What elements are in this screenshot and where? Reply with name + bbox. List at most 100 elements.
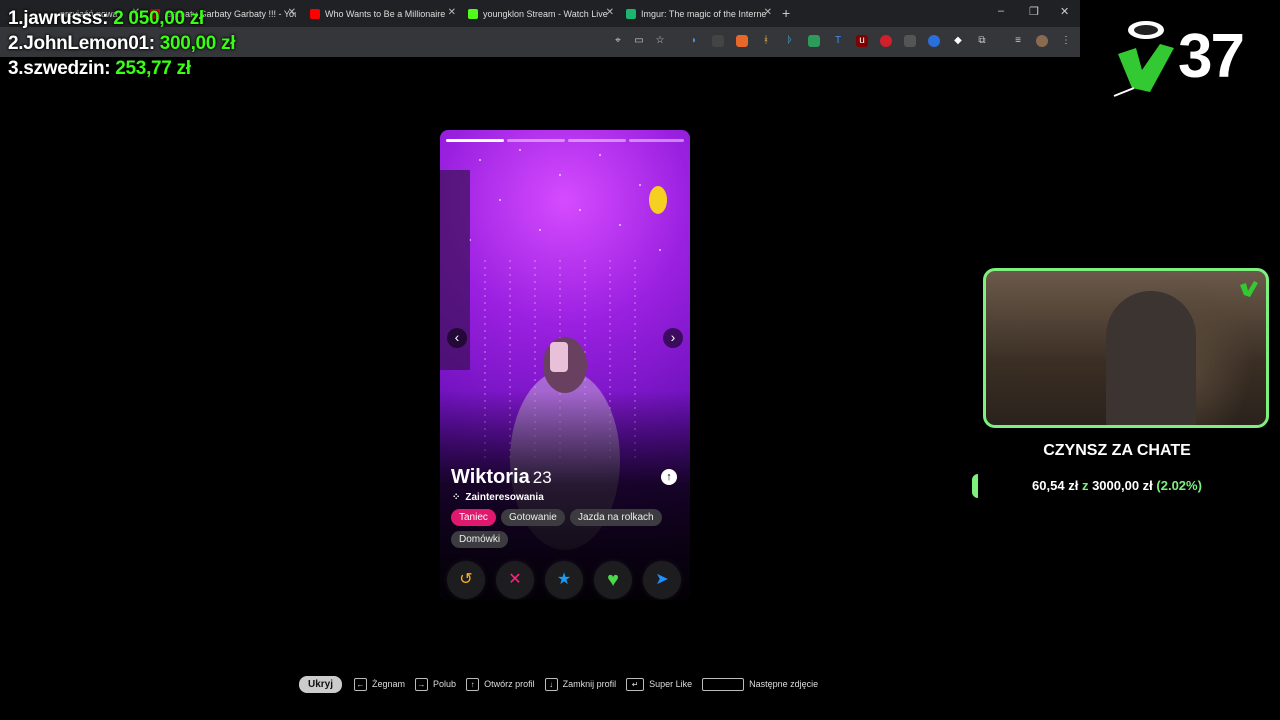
rank: 2.	[8, 33, 24, 54]
keyboard-hints-bar: Ukryj ← Żegnam → Polub ↑ Otwórz profil ↓ Zam…	[299, 675, 828, 693]
extension-icon[interactable]: ᚼ	[760, 35, 772, 47]
tab-close-icon[interactable]: ✕	[606, 7, 614, 18]
donation-amount: 253,77 zł	[115, 58, 191, 79]
extension-icon[interactable]: ᚦ	[784, 35, 796, 47]
tab-close-icon[interactable]: ✕	[288, 7, 296, 18]
interests-label: Zainteresowania	[465, 492, 544, 503]
imgur-icon	[626, 9, 636, 19]
hint-label: Polub	[433, 679, 457, 689]
goal-progress-bar	[972, 474, 978, 498]
streamer-webcam	[1106, 291, 1196, 425]
hint-label: Super Like	[649, 679, 693, 689]
extension-icon[interactable]	[736, 35, 748, 47]
extension-icon[interactable]	[712, 35, 724, 47]
new-tab-button[interactable]: +	[782, 5, 790, 21]
superlike-button[interactable]: ★	[545, 561, 583, 599]
extension-icon[interactable]	[928, 35, 940, 47]
interests-icon: ⁘	[452, 492, 461, 503]
previous-photo-button[interactable]: ‹	[447, 328, 467, 348]
webcam-frame	[983, 268, 1269, 428]
hint-next-photo: Następne zdjęcie	[702, 677, 819, 691]
bookmark-star-icon[interactable]: ☆	[654, 35, 666, 47]
hint-label: Żegnam	[372, 679, 406, 689]
profile-name: Wiktoria 23	[451, 466, 552, 489]
space-key-icon	[702, 677, 745, 691]
leaderboard-entry: 1.jawrusss: 2 050,00 zł	[8, 8, 204, 30]
tab-youngklon[interactable]: youngklon Stream - Watch Live ✕	[468, 4, 614, 24]
arrow-down-key-icon: ↓	[544, 677, 558, 691]
goal-progress-text: 60,54 zł z 3000,00 zł (2.02%)	[983, 478, 1251, 493]
extension-icon[interactable]	[808, 35, 820, 47]
tab-imgur[interactable]: Imgur: The magic of the Interne ✕	[626, 4, 772, 24]
hint-open-profile: ↑ Otwórz profil	[466, 677, 535, 691]
photo-progress-segment	[446, 139, 504, 142]
interest-chip: Jazda na rolkach	[570, 509, 662, 526]
rewind-icon: ↺	[459, 571, 473, 588]
photo-progress-segment	[507, 139, 565, 142]
avatar[interactable]	[1036, 35, 1048, 47]
ublock-icon[interactable]: u	[856, 35, 868, 47]
photo-progress-segment	[568, 139, 626, 142]
extension-icon[interactable]	[904, 35, 916, 47]
profile-card[interactable]: ‹ › Wiktoria 23 ↑ ⁘ Zainteresowania Tanie…	[440, 130, 690, 600]
profile-photo[interactable]	[440, 130, 690, 600]
hint-label: Otwórz profil	[484, 679, 535, 689]
hide-hints-button[interactable]: Ukryj	[299, 675, 343, 693]
hint-superlike: ↵ Super Like	[626, 677, 693, 691]
interests-heading: ⁘ Zainteresowania	[452, 492, 544, 503]
hint-label: Zamknij profil	[562, 679, 617, 689]
goal-target: 3000,00 zł	[1092, 478, 1153, 493]
puzzle-icon[interactable]: ⧉	[976, 35, 988, 47]
kick-icon	[468, 9, 478, 19]
donation-amount: 2 050,00 zł	[113, 8, 204, 29]
donation-amount: 300,00 zł	[159, 33, 236, 54]
reading-list-icon[interactable]: ≡	[1012, 35, 1024, 47]
tab-close-icon[interactable]: ✕	[764, 7, 772, 18]
restore-button[interactable]: ❐	[1029, 5, 1039, 18]
rewind-button[interactable]: ↺	[447, 561, 485, 599]
heart-icon: ♥	[607, 569, 619, 591]
hint-label: Następne zdjęcie	[749, 679, 819, 689]
hint-like: → Polub	[415, 677, 457, 691]
extension-icon[interactable]: ◆	[952, 35, 964, 47]
interest-chip: Taniec	[451, 509, 496, 526]
name-text: Wiktoria	[451, 466, 530, 488]
interest-chip: Gotowanie	[501, 509, 565, 526]
arrow-up-key-icon: ↑	[466, 677, 480, 691]
tab-millionaire[interactable]: Who Wants to Be a Millionaire ✕	[310, 4, 456, 24]
next-photo-button[interactable]: ›	[663, 328, 683, 348]
age-text: 23	[532, 468, 552, 487]
enter-key-icon: ↵	[626, 677, 645, 691]
minimize-button[interactable]: –	[998, 5, 1004, 17]
tab-close-icon[interactable]: ✕	[448, 7, 456, 18]
goal-percent: (2.02%)	[1156, 478, 1202, 493]
like-button[interactable]: ♥	[594, 561, 632, 599]
send-icon: ➤	[655, 571, 669, 588]
donor-name: jawrusss:	[23, 8, 109, 29]
hint-nope: ← Żegnam	[354, 677, 406, 691]
arrow-left-key-icon: ←	[354, 677, 368, 691]
sub-counter: 37	[1178, 22, 1245, 91]
cast-icon[interactable]: ▭	[633, 35, 645, 47]
rank: 1.	[8, 8, 24, 29]
close-icon: ✕	[508, 571, 522, 588]
goal-connector: z	[1081, 478, 1089, 493]
location-icon[interactable]: ⌖	[612, 35, 624, 47]
menu-icon[interactable]: ⋮	[1060, 35, 1072, 47]
tab-title: youngklon Stream - Watch Live	[483, 9, 608, 19]
photo-progress-segment	[629, 139, 684, 142]
goal-current: 60,54 zł	[1032, 478, 1079, 493]
close-window-button[interactable]: ✕	[1060, 5, 1069, 18]
extension-icon[interactable]: T	[832, 35, 844, 47]
boost-button[interactable]: ➤	[643, 561, 681, 599]
extension-icon[interactable]	[880, 35, 892, 47]
rank: 3.	[8, 58, 24, 79]
tab-title: Imgur: The magic of the Interne	[641, 9, 767, 19]
open-profile-button[interactable]: ↑	[661, 469, 677, 485]
donor-name: szwedzin:	[23, 58, 111, 79]
extension-icon[interactable]: ◗	[688, 35, 700, 47]
nope-button[interactable]: ✕	[496, 561, 534, 599]
interest-chip: Domówki	[451, 531, 509, 548]
goal-title: CZYNSZ ZA CHATE	[1043, 442, 1191, 459]
leaderboard-entry: 3.szwedzin: 253,77 zł	[8, 58, 191, 80]
